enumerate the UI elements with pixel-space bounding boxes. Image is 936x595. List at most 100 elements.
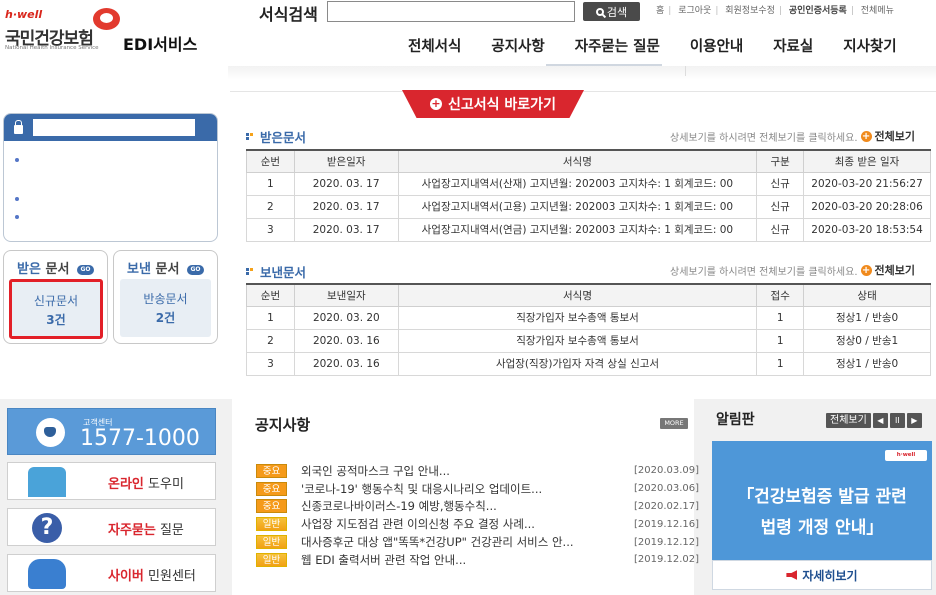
utility-links: 홈 | 로그아웃 | 회원정보수정 | 공인인증서등록 | 전체메뉴	[656, 6, 894, 16]
pause-icon[interactable]: II	[889, 413, 905, 428]
notice-more-button[interactable]: MORE	[660, 418, 688, 429]
call-center-number: 1577-1000	[80, 426, 200, 451]
bullet-icon	[15, 158, 19, 162]
util-all-menu[interactable]: 전체메뉴	[861, 6, 894, 16]
nav-shadow	[228, 66, 936, 80]
table-row[interactable]: 2 2020. 03. 17 사업장고지내역서(고용) 고지년월: 202003…	[246, 194, 931, 219]
nav-divider	[685, 66, 686, 76]
shortcut-label: 신고서식 바로가기	[448, 97, 556, 113]
cyber-center-icon	[28, 559, 66, 589]
report-form-shortcut-button[interactable]: + 신고서식 바로가기	[402, 90, 584, 118]
section-bullet-icon	[246, 133, 253, 140]
notice-title: 공지사항	[255, 416, 311, 434]
table-row[interactable]: 1 2020. 03. 17 사업장고지내역서(산재) 고지년월: 202003…	[246, 171, 931, 196]
returned-docs-count: 2건	[155, 311, 176, 325]
go-icon: GO	[76, 264, 94, 275]
table-row[interactable]: 1 2020. 03. 20 직장가입자 보수총액 통보서 1 정상1 / 반송…	[246, 305, 931, 330]
prev-arrow-icon[interactable]: ◀	[872, 413, 888, 428]
list-item[interactable]: 중요 '코로나-19' 행동수칙 및 대응시나리오 업데이트... [2020.…	[256, 480, 699, 498]
org-name-en: National Health Insurance Service	[5, 45, 99, 51]
table-row[interactable]: 2 2020. 03. 16 직장가입자 보수총액 통보서 1 정상0 / 반송…	[246, 328, 931, 353]
received-section-title: 받은문서	[246, 127, 306, 146]
search-label: 서식검색	[259, 5, 318, 24]
banner-logo: h·well	[885, 450, 927, 461]
util-cert-register[interactable]: 공인인증서등록	[789, 6, 847, 16]
site-logo[interactable]: h·well 국민건강보험 National Health Insurance …	[5, 4, 220, 64]
nav-faq[interactable]: 자주묻는 질문	[575, 35, 660, 56]
received-help: 상세보기를 하시려면 전체보기를 클릭하세요. + 전체보기	[670, 128, 915, 144]
section-bullet-icon	[246, 268, 253, 275]
nav-all-forms[interactable]: 전체서식	[408, 35, 461, 56]
sent-docs-box: 보낸 문서 GO 반송문서 2건	[113, 250, 218, 344]
online-helper-icon	[28, 467, 66, 497]
bullet-icon	[15, 197, 19, 201]
important-badge: 중요	[256, 481, 287, 496]
user-info-header	[4, 114, 217, 141]
bullet-icon	[15, 215, 19, 219]
table-header-row: 순번 보낸일자 서식명 접수 상태	[246, 283, 931, 307]
util-home[interactable]: 홈	[656, 6, 664, 16]
alarm-board-title: 알림판	[716, 412, 755, 428]
table-header-row: 순번 받은일자 서식명 구분 최종 받은 일자	[246, 149, 931, 173]
table-row[interactable]: 3 2020. 03. 16 사업장(직장)가입자 자격 상실 신고서 1 정상…	[246, 351, 931, 376]
plus-circle-icon: +	[860, 130, 872, 142]
general-badge: 일반	[256, 517, 287, 532]
lock-icon	[14, 119, 23, 134]
notice-list: 중요 외국인 공적마스크 구입 안내... [2020.03.09] 중요 '코…	[256, 462, 699, 569]
main-nav: 전체서식 공지사항 자주묻는 질문 이용안내 자료실 지사찾기	[408, 35, 897, 56]
list-item[interactable]: 중요 신종코로나바이러스-19 예방,행동수칙... [2020.02.17]	[256, 498, 699, 516]
user-info-box	[3, 113, 218, 242]
received-view-all-link[interactable]: 전체보기	[875, 128, 915, 144]
service-name: EDI서비스	[123, 35, 198, 54]
brand-mark-text: h·well	[5, 8, 43, 21]
call-center-banner[interactable]: 고객센터 1577-1000	[7, 408, 216, 455]
util-logout[interactable]: 로그아웃	[678, 6, 711, 16]
nav-library[interactable]: 자료실	[773, 35, 813, 56]
list-item[interactable]: 중요 외국인 공적마스크 구입 안내... [2020.03.09]	[256, 462, 699, 480]
edi-main-page: h·well 국민건강보험 National Health Insurance …	[0, 0, 936, 595]
general-badge: 일반	[256, 552, 287, 567]
alarm-banner[interactable]: h·well 「건강보험증 발급 관련 법령 개정 안내」 자세히보기	[712, 441, 932, 590]
banner-headline-1: 「건강보험증 발급 관련	[737, 487, 907, 507]
search-input[interactable]	[327, 1, 575, 22]
nav-guide[interactable]: 이용안내	[690, 35, 743, 56]
table-row[interactable]: 3 2020. 03. 17 사업장고지내역서(연금) 고지년월: 202003…	[246, 217, 931, 242]
nav-branch-finder[interactable]: 지사찾기	[843, 35, 896, 56]
next-arrow-icon[interactable]: ▶	[906, 413, 922, 428]
new-docs-label: 신규문서	[33, 294, 79, 308]
list-item[interactable]: 일반 웹 EDI 출력서버 관련 작업 안내... [2019.12.02]	[256, 551, 699, 569]
megaphone-icon	[786, 570, 798, 580]
general-badge: 일반	[256, 535, 287, 550]
util-edit-profile[interactable]: 회원정보수정	[725, 6, 775, 16]
cyber-center-button[interactable]: 사이버 민원센터	[7, 554, 216, 592]
sent-docs-title[interactable]: 보낸 문서 GO	[114, 258, 217, 277]
sent-docs-table: 순번 보낸일자 서식명 접수 상태 1 2020. 03. 20 직장가입자 보…	[246, 283, 931, 376]
sent-help: 상세보기를 하시려면 전체보기를 클릭하세요. + 전체보기	[670, 262, 915, 278]
search-icon	[595, 7, 604, 16]
important-badge: 중요	[256, 499, 287, 514]
nav-notice[interactable]: 공지사항	[491, 35, 544, 56]
search-button[interactable]: 검색	[583, 2, 640, 21]
new-docs-button[interactable]: 신규문서 3건	[9, 279, 103, 339]
search-button-label: 검색	[606, 6, 628, 19]
returned-docs-button[interactable]: 반송문서 2건	[120, 279, 211, 337]
sent-section-title: 보낸문서	[246, 262, 306, 281]
banner-detail-button[interactable]: 자세히보기	[712, 560, 932, 590]
alarm-board-controls: 전체보기 ◀ II ▶	[826, 413, 922, 428]
list-item[interactable]: 일반 사업장 지도점검 관련 이의신청 주요 결정 사례... [2019.12…	[256, 515, 699, 533]
nav-active-underline	[546, 64, 662, 66]
important-badge: 중요	[256, 463, 287, 478]
list-item[interactable]: 일반 대사증후군 대상 앱"똑똑*건강UP" 건강관리 서비스 안... [20…	[256, 533, 699, 551]
received-docs-box: 받은 문서 GO 신규문서 3건	[3, 250, 108, 344]
faq-button[interactable]: ? 자주묻는 질문	[7, 508, 216, 546]
brand-logo-icon	[93, 8, 120, 30]
received-docs-title[interactable]: 받은 문서 GO	[4, 258, 107, 277]
alarm-view-all-button[interactable]: 전체보기	[826, 413, 871, 428]
banner-headline-2: 법령 개정 안내」	[760, 518, 884, 538]
received-docs-table: 순번 받은일자 서식명 구분 최종 받은 일자 1 2020. 03. 17 사…	[246, 149, 931, 242]
new-docs-count: 3건	[46, 313, 66, 327]
go-icon: GO	[186, 264, 204, 275]
online-helper-button[interactable]: 온라인 도우미	[7, 462, 216, 500]
sent-view-all-link[interactable]: 전체보기	[875, 262, 915, 278]
plus-circle-icon: +	[430, 97, 443, 110]
